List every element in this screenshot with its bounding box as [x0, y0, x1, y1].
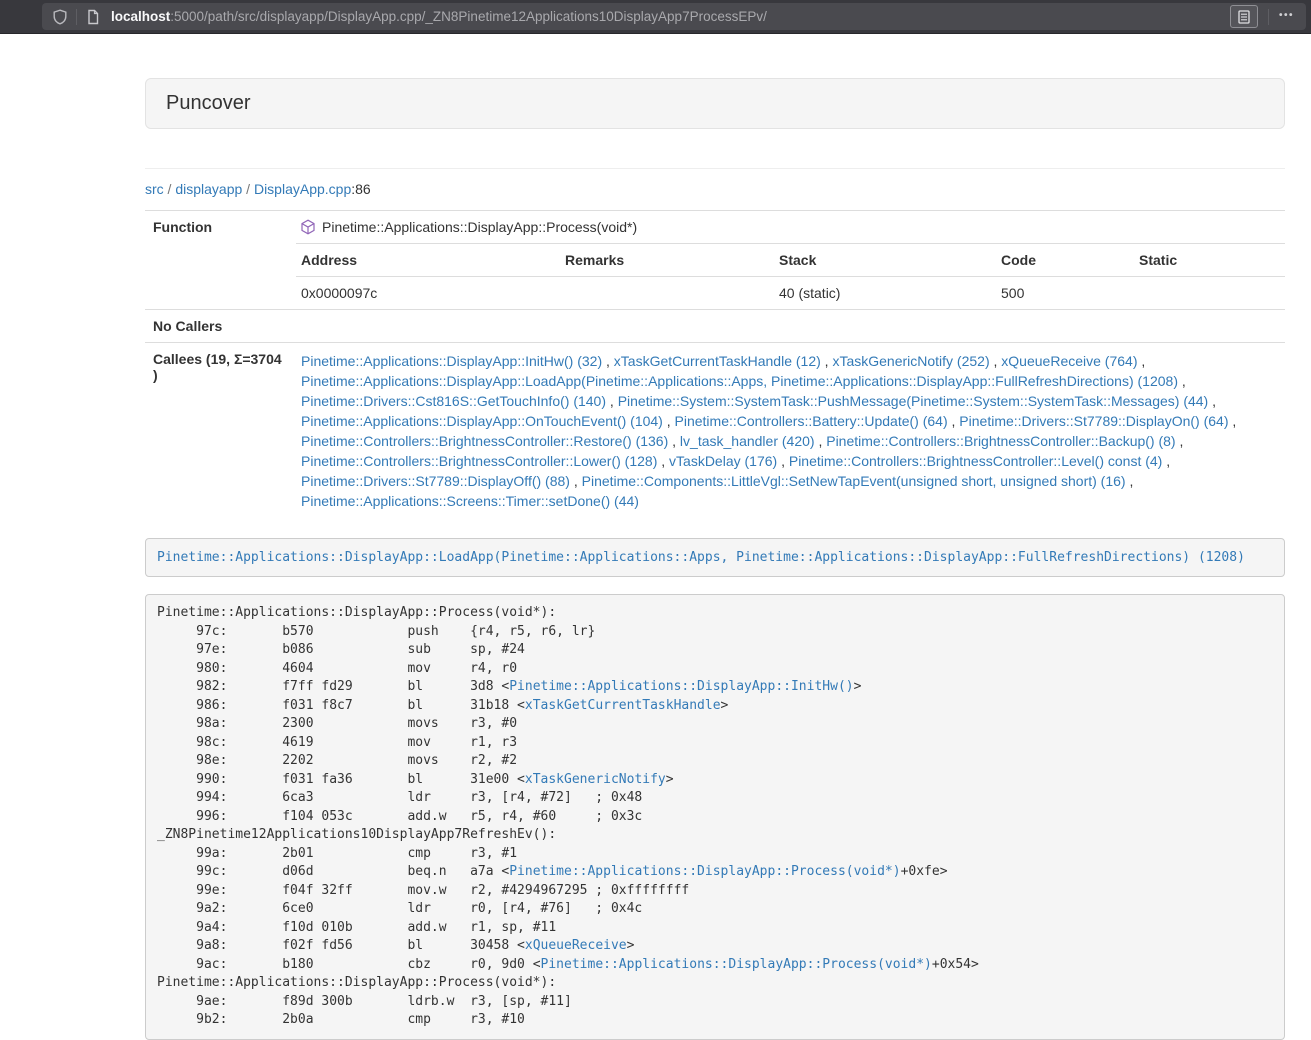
callers-row-label: No Callers	[145, 310, 296, 343]
callee-link[interactable]: xQueueReceive (764)	[1001, 353, 1137, 369]
function-row-label: Function	[145, 211, 296, 310]
callee-link[interactable]: Pinetime::Controllers::BrightnessControl…	[301, 433, 668, 449]
callee-separator: ,	[1229, 413, 1237, 429]
urlbar-divider	[1268, 9, 1269, 25]
callee-separator: ,	[570, 473, 582, 489]
browser-toolbar: localhost:5000/path/src/displayapp/Displ…	[0, 0, 1311, 34]
callee-link[interactable]: Pinetime::Controllers::Battery::Update()…	[675, 413, 948, 429]
signature-link[interactable]: Pinetime::Applications::DisplayApp::Load…	[157, 550, 1245, 565]
url-host: localhost	[111, 9, 170, 24]
cube-icon	[300, 219, 316, 235]
breadcrumb-link[interactable]: src	[145, 181, 164, 197]
stats-cell: 0x0000097c	[296, 277, 560, 310]
stats-cell	[560, 277, 774, 310]
stats-header-row: AddressRemarksStackCodeStatic	[296, 244, 1285, 277]
stats-cell	[1134, 277, 1285, 310]
callee-link[interactable]: Pinetime::Controllers::BrightnessControl…	[301, 453, 657, 469]
assembly-listing: Pinetime::Applications::DisplayApp::Proc…	[145, 594, 1285, 1040]
callee-separator: ,	[815, 433, 827, 449]
stats-column-header: Address	[296, 244, 560, 277]
callee-link[interactable]: Pinetime::Components::LittleVgl::SetNewT…	[582, 473, 1126, 489]
callers-row: No Callers	[145, 310, 1285, 343]
callee-link[interactable]: Pinetime::Applications::Screens::Timer::…	[301, 493, 639, 509]
page-title: Puncover	[166, 92, 251, 114]
function-name-line: Pinetime::Applications::DisplayApp::Proc…	[296, 211, 1285, 243]
callee-link[interactable]: xTaskGenericNotify (252)	[832, 353, 989, 369]
callees-row-label: Callees (19, Σ=3704 )	[145, 343, 296, 520]
callee-separator: ,	[821, 353, 833, 369]
assembly-symbol-link[interactable]: Pinetime::Applications::DisplayApp::Proc…	[509, 864, 900, 879]
page-icon[interactable]	[81, 6, 105, 28]
assembly-symbol-link[interactable]: xTaskGetCurrentTaskHandle	[525, 698, 721, 713]
callees-row: Callees (19, Σ=3704 ) Pinetime::Applicat…	[145, 343, 1285, 520]
assembly-symbol-link[interactable]: xQueueReceive	[525, 938, 627, 953]
callee-separator: ,	[990, 353, 1002, 369]
callee-separator: ,	[602, 353, 614, 369]
function-stats-table: AddressRemarksStackCodeStatic 0x0000097c…	[296, 243, 1285, 309]
callee-separator: ,	[1162, 453, 1170, 469]
breadcrumb-link[interactable]: DisplayApp.cpp	[254, 181, 351, 197]
callee-separator: ,	[1176, 433, 1184, 449]
stats-value-row: 0x0000097c 40 (static)500	[296, 277, 1285, 310]
stats-cell: 40 (static)	[774, 277, 996, 310]
divider	[145, 168, 1285, 169]
stats-column-header: Code	[996, 244, 1134, 277]
url-bar[interactable]: localhost:5000/path/src/displayapp/Displ…	[42, 3, 1306, 30]
breadcrumb-separator: /	[164, 181, 176, 197]
callers-empty-cell	[296, 310, 1285, 326]
assembly-symbol-link[interactable]: xTaskGenericNotify	[525, 772, 666, 787]
highlighted-signature-box: Pinetime::Applications::DisplayApp::Load…	[145, 538, 1285, 577]
urlbar-divider	[76, 9, 77, 25]
stats-column-header: Remarks	[560, 244, 774, 277]
callee-link[interactable]: Pinetime::System::SystemTask::PushMessag…	[618, 393, 1209, 409]
callees-list: Pinetime::Applications::DisplayApp::Init…	[296, 343, 1285, 519]
url-input[interactable]: localhost:5000/path/src/displayapp/Displ…	[111, 9, 1230, 24]
stats-column-header: Static	[1134, 244, 1285, 277]
app-header: Puncover	[145, 78, 1285, 129]
callee-separator: ,	[668, 433, 680, 449]
breadcrumb-line-number: :86	[351, 181, 370, 197]
callee-link[interactable]: lv_task_handler (420)	[680, 433, 815, 449]
symbol-info-table: Function Pinetime::Applications::Display…	[145, 210, 1285, 519]
callee-link[interactable]: vTaskDelay (176)	[669, 453, 777, 469]
callee-separator: ,	[1126, 473, 1134, 489]
shield-icon[interactable]	[48, 6, 72, 28]
callee-separator: ,	[1178, 373, 1186, 389]
callee-separator: ,	[948, 413, 960, 429]
callee-link[interactable]: Pinetime::Controllers::BrightnessControl…	[826, 433, 1175, 449]
callee-link[interactable]: Pinetime::Drivers::St7789::DisplayOn() (…	[959, 413, 1228, 429]
callee-link[interactable]: Pinetime::Drivers::St7789::DisplayOff() …	[301, 473, 570, 489]
url-path: :5000/path/src/displayapp/DisplayApp.cpp…	[170, 9, 767, 24]
callee-link[interactable]: Pinetime::Applications::DisplayApp::OnTo…	[301, 413, 663, 429]
callee-separator: ,	[606, 393, 618, 409]
callee-separator: ,	[657, 453, 669, 469]
callee-link[interactable]: Pinetime::Applications::DisplayApp::Load…	[301, 373, 1178, 389]
callee-separator: ,	[663, 413, 675, 429]
breadcrumb-separator: /	[242, 181, 254, 197]
breadcrumb-link[interactable]: displayapp	[175, 181, 242, 197]
callee-link[interactable]: Pinetime::Controllers::BrightnessControl…	[789, 453, 1162, 469]
stats-cell: 500	[996, 277, 1134, 310]
function-row: Function Pinetime::Applications::Display…	[145, 211, 1285, 310]
stats-column-header: Stack	[774, 244, 996, 277]
callee-link[interactable]: Pinetime::Drivers::Cst816S::GetTouchInfo…	[301, 393, 606, 409]
function-name: Pinetime::Applications::DisplayApp::Proc…	[322, 219, 637, 235]
main-content: Puncover src / displayapp / DisplayApp.c…	[145, 78, 1285, 1040]
callee-link[interactable]: xTaskGetCurrentTaskHandle (12)	[614, 353, 821, 369]
callee-separator: ,	[1137, 353, 1145, 369]
callee-link[interactable]: Pinetime::Applications::DisplayApp::Init…	[301, 353, 602, 369]
breadcrumb: src / displayapp / DisplayApp.cpp:86	[145, 181, 1285, 197]
ellipsis-icon[interactable]: •••	[1273, 6, 1300, 27]
callee-separator: ,	[777, 453, 789, 469]
assembly-symbol-link[interactable]: Pinetime::Applications::DisplayApp::Init…	[509, 679, 853, 694]
assembly-symbol-link[interactable]: Pinetime::Applications::DisplayApp::Proc…	[541, 957, 932, 972]
reader-view-icon[interactable]	[1230, 5, 1258, 28]
callee-separator: ,	[1208, 393, 1216, 409]
